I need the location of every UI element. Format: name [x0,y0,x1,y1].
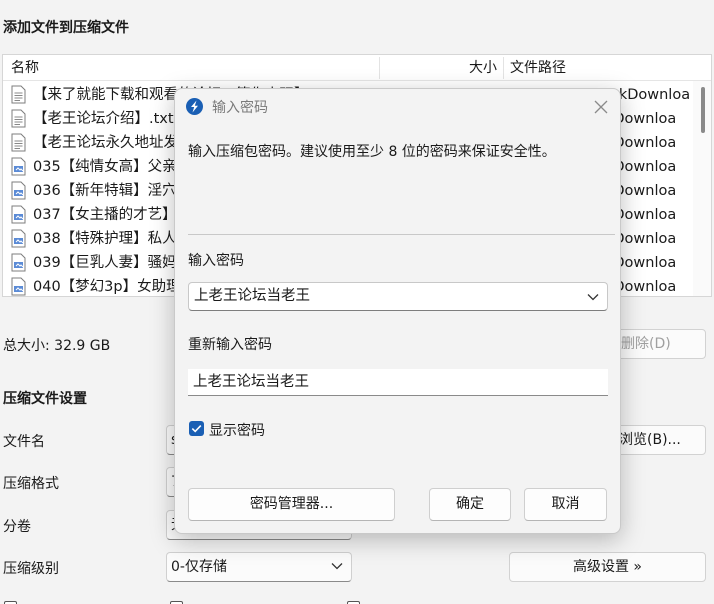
dialog-description: 输入压缩包密码。建议使用至少 8 位的密码来保证安全性。 [188,144,556,160]
ok-button[interactable]: 确定 [429,488,511,521]
media-file-icon [11,253,26,272]
column-header-name[interactable]: 名称 [11,55,39,81]
column-divider[interactable] [379,57,380,79]
file-name: 038【特殊护理】私人 [33,231,177,247]
scrollbar-thumb[interactable] [701,87,705,133]
file-name: 039【巨乳人妻】骚妈 [33,255,177,271]
checkmark-icon [191,425,202,433]
reenter-password-label: 重新输入密码 [188,337,272,353]
show-password-label[interactable]: 显示密码 [209,420,265,440]
level-value: 0-仅存储 [171,559,227,575]
password-manager-button[interactable]: 密码管理器... [188,488,395,521]
split-label: 分卷 [3,519,31,535]
chevron-down-icon[interactable] [587,293,599,301]
text-file-icon [11,133,26,152]
settings-section-title: 压缩文件设置 [3,391,87,407]
file-name: 【老王论坛介绍】.txt [33,111,174,127]
password-value: 上老王论坛当老王 [194,288,310,304]
column-divider[interactable] [503,57,504,79]
window-title: 添加文件到压缩文件 [3,20,129,36]
password-combobox[interactable]: 上老王论坛当老王 [188,282,608,311]
file-name: 【老王论坛永久地址发 [33,135,178,151]
dialog-titlebar[interactable]: 输入密码 [175,89,620,125]
format-label: 压缩格式 [3,476,59,492]
file-name: 036【新年特辑】淫穴 [33,183,177,199]
level-select[interactable]: 0-仅存储 [166,552,352,582]
file-list-header: 名称 大小 文件路径 [3,55,711,81]
filename-label: 文件名 [3,434,45,450]
column-header-size[interactable]: 大小 [469,55,497,81]
show-password-checkbox[interactable] [189,421,204,436]
text-file-icon [11,109,26,128]
advanced-settings-button[interactable]: 高级设置 » [509,552,706,582]
level-label: 压缩级别 [3,561,59,577]
chevron-down-icon [331,563,343,570]
file-name: 037【女主播的才艺】 [33,207,177,223]
password-dialog: 输入密码 输入压缩包密码。建议使用至少 8 位的密码来保证安全性。 输入密码 上… [174,88,621,534]
close-icon[interactable] [593,99,609,115]
media-file-icon [11,157,26,176]
password-label: 输入密码 [188,253,244,269]
column-header-path[interactable]: 文件路径 [510,55,566,81]
dialog-title: 输入密码 [212,100,268,116]
file-name: 035【纯情女高】父亲 [33,159,177,175]
total-size: 总大小: 32.9 GB [3,338,111,354]
file-name: 040【梦幻3p】女助理 [33,279,181,295]
media-file-icon [11,229,26,248]
app-logo-icon [186,98,203,115]
text-file-icon [11,85,26,104]
media-file-icon [11,181,26,200]
file-list-scrollbar[interactable] [693,81,711,296]
media-file-icon [11,205,26,224]
divider [188,234,615,235]
media-file-icon [11,277,26,296]
cancel-button[interactable]: 取消 [524,488,607,521]
reenter-password-input[interactable]: 上老王论坛当老王 [188,369,608,396]
